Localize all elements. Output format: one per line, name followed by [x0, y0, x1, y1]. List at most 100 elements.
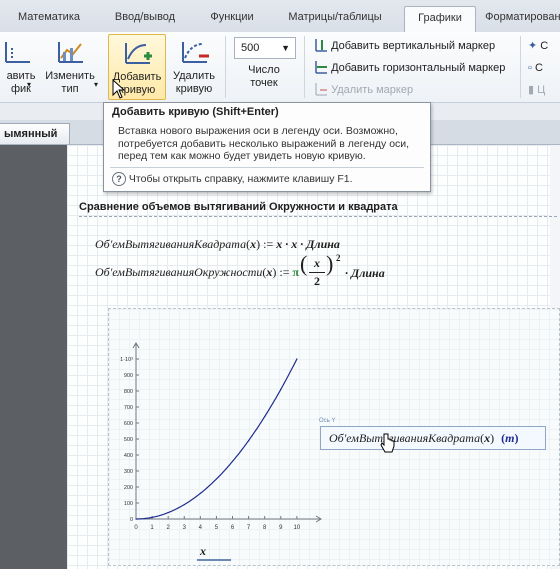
worksheet-heading[interactable]: Сравнение объемов вытягиваний Окружности… [79, 201, 398, 213]
y-tick-label: 800 [124, 389, 133, 395]
eq2-function-name: Об'емВытягиванияОкружности [95, 265, 263, 279]
circle-volume-definition[interactable]: Об'емВытягиванияОкружности(x) := π · [95, 265, 306, 280]
tooltip-body: Вставка нового выражения оси в легенду о… [118, 125, 409, 163]
region-divider [79, 216, 557, 217]
data-point [264, 416, 266, 418]
points-label: Число точек [234, 64, 294, 90]
exponent: 2 [336, 253, 341, 263]
legend-expression: Об'емВытягиванияКвадрата(x) (m) [329, 431, 519, 445]
points-label-1: Число [248, 64, 280, 76]
tab-functions[interactable]: Функции [196, 6, 268, 30]
tab-matrices[interactable]: Матрицы/таблицы [278, 6, 392, 30]
y-tick-label: 1·10³ [120, 357, 133, 363]
add-graph-label-2: фик [10, 83, 31, 95]
points-dropdown[interactable]: 500 ▼ [234, 37, 296, 59]
tab-io[interactable]: Ввод/вывод [100, 6, 190, 30]
add-graph-icon [5, 42, 30, 63]
chevron-down-icon[interactable]: ▾ [27, 80, 31, 89]
y-tick-label: 200 [124, 485, 133, 491]
x-tick-label: 3 [183, 525, 187, 531]
close-paren-icon: ) [326, 251, 334, 276]
data-point [231, 460, 234, 462]
data-point [215, 478, 218, 480]
x-tick-label: 0 [134, 525, 138, 531]
tab-graphs[interactable]: Графики [404, 6, 476, 33]
data-point [167, 512, 169, 514]
points-label-2: точек [250, 77, 278, 89]
data-point [151, 516, 153, 518]
remove-marker-icon [315, 83, 327, 96]
chevron-down-icon: ▼ [281, 43, 290, 53]
remove-curve-label-2: кривую [175, 83, 213, 95]
data-point [199, 492, 201, 494]
tab-formatting[interactable]: Форматирование [484, 6, 560, 30]
definition-sign: := [279, 265, 290, 279]
change-type-label-2: тип [61, 83, 79, 95]
ribbon-separator [225, 36, 226, 98]
data-point [248, 440, 250, 442]
change-type-button[interactable]: Изменить тип [42, 34, 98, 98]
x-tick-label: 7 [247, 525, 251, 531]
remove-marker-button[interactable]: Удалить маркер [314, 81, 413, 99]
y-tick-label: 500 [124, 437, 133, 443]
tooltip-help-text: Чтобы открыть справку, нажмите клавишу F… [128, 173, 353, 185]
right-group-item-2[interactable]: ▫ С [528, 59, 543, 77]
tab-math[interactable]: Математика [8, 6, 90, 30]
mouse-pointer-icon [112, 79, 126, 99]
y-axis-expression-box[interactable]: Об'емВытягиванияКвадрата(x) (m) [320, 426, 546, 450]
right-group-item-3[interactable]: ▮ Ц [528, 81, 545, 99]
plot-series [135, 358, 298, 520]
y-tick-label: 300 [124, 469, 133, 475]
bar-icon: ▮ [528, 84, 535, 96]
add-horizontal-marker-label: Добавить горизонтальный маркер [331, 62, 506, 74]
remove-curve-icon [182, 42, 209, 63]
y-tick-label: 100 [124, 501, 133, 507]
y-tick-label: 400 [124, 453, 133, 459]
hand-cursor-icon [380, 433, 395, 453]
y-tick-label: 0 [130, 517, 133, 523]
x-axis-label[interactable]: x [200, 544, 206, 559]
remove-curve-label: Удалить [173, 70, 215, 82]
horizontal-marker-icon [315, 61, 327, 74]
x-tick-label: 10 [294, 525, 301, 531]
data-point [135, 518, 137, 520]
add-horizontal-marker-button[interactable]: Добавить горизонтальный маркер [314, 59, 505, 77]
tooltip-help: ? Чтобы открыть справку, нажмите клавишу… [112, 172, 353, 186]
left-gutter [0, 145, 67, 569]
square-icon: ▫ [528, 62, 532, 74]
plot-ticks: 0 1 2 3 4 5 6 7 8 9 100100200300400500600700800900… [120, 357, 301, 531]
right-item-1-label: С [540, 40, 549, 52]
eq1-rhs: x · x · Длина [276, 237, 340, 251]
right-group-item-1[interactable]: ✦ С [528, 37, 548, 55]
change-type-label: Изменить [45, 70, 95, 82]
data-curve [136, 358, 298, 520]
tooltip-line-1: Вставка нового выражения оси в легенду о… [118, 125, 398, 137]
add-curve-tooltip: Добавить кривую (Shift+Enter) Вставка но… [103, 102, 431, 192]
help-icon: ? [112, 172, 126, 186]
eq1-function-name: Об'емВытягиванияКвадрата [95, 237, 247, 251]
data-point [183, 504, 185, 506]
chart-type-icon [58, 42, 83, 63]
add-graph-button[interactable]: авить фик [0, 34, 40, 98]
x-tick-label: 8 [263, 525, 267, 531]
add-vertical-marker-button[interactable]: Добавить вертикальный маркер [314, 37, 495, 55]
y-tick-label: 600 [124, 421, 133, 427]
ribbon-tab-bar: Математика Ввод/вывод Функции Матрицы/та… [0, 0, 560, 33]
square-volume-definition[interactable]: Об'емВытягиванияКвадрата(x) := x · x · Д… [95, 237, 340, 252]
chevron-down-icon[interactable]: ▾ [94, 80, 98, 89]
x-tick-label: 1 [150, 525, 154, 531]
ribbon-separator [304, 36, 305, 98]
document-tab[interactable]: ымянный [0, 123, 70, 144]
add-curve-icon [125, 43, 152, 64]
x-axis-label-underline [197, 559, 231, 561]
remove-curve-button[interactable]: Удалить кривую [168, 34, 220, 98]
vertical-marker-icon [315, 39, 327, 52]
x-tick-label: 2 [167, 525, 171, 531]
legend-expression-name: Об'емВытягиванияКвадрата [329, 431, 481, 445]
add-vertical-marker-label: Добавить вертикальный маркер [331, 40, 496, 52]
x-tick-label: 5 [215, 525, 219, 531]
add-graph-label: авить [6, 70, 36, 82]
tooltip-line-2: потребуется добавить несколько выражений… [118, 137, 410, 150]
plot-axes [132, 342, 322, 523]
fraction-numerator: x [314, 256, 320, 270]
